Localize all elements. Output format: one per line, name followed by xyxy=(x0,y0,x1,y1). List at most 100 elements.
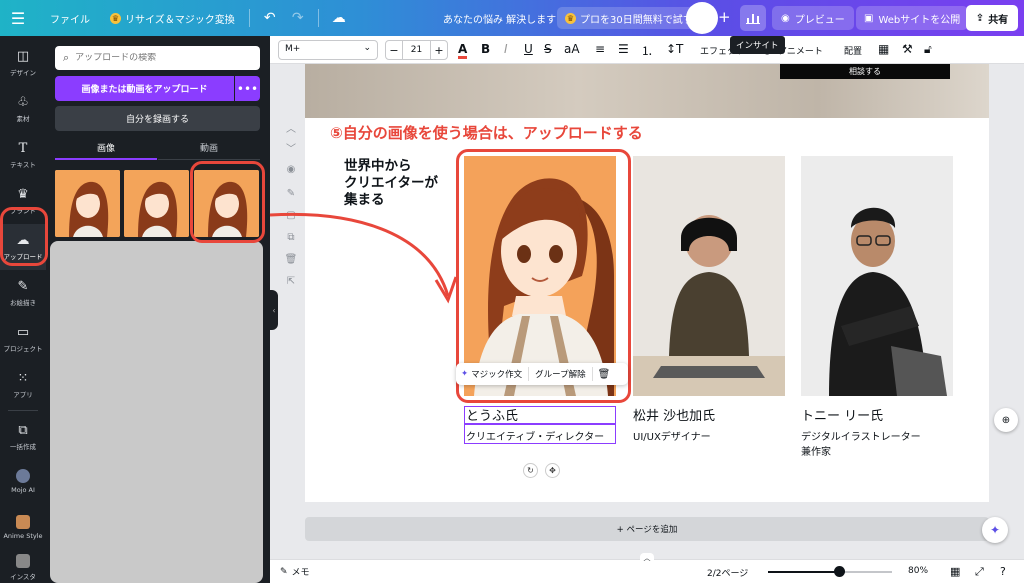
creator-name-1[interactable]: とうふ氏 xyxy=(466,405,518,424)
share-out-icon[interactable]: ⇱ xyxy=(284,276,298,290)
help-icon[interactable]: ? xyxy=(1000,565,1006,578)
rail-item-insta[interactable]: インスタ xyxy=(0,544,46,583)
rail-label: テキスト xyxy=(10,160,36,169)
position-button[interactable]: 配置 xyxy=(844,44,862,57)
anime-style-icon xyxy=(16,514,30,529)
resize-magic-button[interactable]: ♛ リサイズ＆マジック変換 xyxy=(102,0,243,36)
italic-icon[interactable]: I xyxy=(504,42,508,56)
avatar[interactable] xyxy=(686,2,718,34)
share-label: 共有 xyxy=(988,14,1009,26)
rail-item-text[interactable]: T テキスト xyxy=(0,132,46,178)
rail-item-upload[interactable]: ☁ アップロード xyxy=(0,224,46,270)
bold-icon[interactable]: B xyxy=(481,42,490,56)
tagline-text[interactable]: 世界中から クリエイターが 集まる xyxy=(344,158,464,209)
uploaded-image-thumb[interactable] xyxy=(55,170,120,237)
font-family-select[interactable]: M+ ⌄ xyxy=(278,40,378,60)
search-box[interactable]: ⌕ xyxy=(55,46,260,70)
redo-icon[interactable]: ↷ xyxy=(284,0,312,36)
align-left-icon[interactable]: ≡ xyxy=(595,42,605,56)
consult-button[interactable]: 相談する xyxy=(780,64,950,79)
notes-button[interactable]: ✎ メモ xyxy=(280,565,310,579)
search-input[interactable] xyxy=(75,53,246,63)
fullscreen-icon[interactable]: ⤢ xyxy=(975,565,984,579)
chevron-down-icon[interactable]: ﹀ xyxy=(284,140,298,155)
chevron-up-icon[interactable]: ︿ xyxy=(640,553,654,563)
comment-icon[interactable]: ✎ xyxy=(284,188,298,202)
rail-item-mojo-ai[interactable]: Mojo AI xyxy=(0,458,46,504)
trash-icon[interactable]: 🗑︎ xyxy=(284,254,298,268)
creator-role-1[interactable]: クリエイティブ・ディレクター xyxy=(466,430,604,445)
add-page-button[interactable]: + ページを追加 xyxy=(305,517,989,541)
upload-media-button[interactable]: 画像または動画をアップロード xyxy=(55,76,234,101)
creator-name-3[interactable]: トニー リー氏 xyxy=(801,405,883,424)
cloud-sync-icon[interactable]: ☁ xyxy=(325,0,353,36)
letter-case-icon[interactable]: aA xyxy=(564,42,580,56)
eye-icon: ◉ xyxy=(781,12,790,24)
collapse-panel-handle[interactable]: ‹ xyxy=(270,290,278,330)
page-indicator[interactable]: 2/2ページ xyxy=(707,566,748,579)
lock-icon[interactable]: 🔓︎ xyxy=(924,42,932,57)
creator-photo-1[interactable] xyxy=(464,156,616,396)
transparency-icon[interactable]: ▦ xyxy=(878,42,889,56)
text-color-icon[interactable]: A xyxy=(458,42,468,59)
uploaded-image-thumb[interactable] xyxy=(194,170,259,237)
record-yourself-button[interactable]: 自分を録画する xyxy=(55,106,260,131)
rail-label: 一括作成 xyxy=(10,442,36,451)
rail-label: デザイン xyxy=(10,68,36,77)
pro-trial-button[interactable]: ♛ プロを30日間無料で試す xyxy=(557,7,701,29)
rail-item-apps[interactable]: ⁙ アプリ xyxy=(0,362,46,408)
preview-button[interactable]: ◉ プレビュー xyxy=(772,6,854,30)
uploaded-image-thumb[interactable] xyxy=(124,170,189,237)
ungroup-button[interactable]: グループ解除 xyxy=(529,367,593,381)
rotate-icon[interactable]: ↻ xyxy=(523,463,538,478)
rail-item-design[interactable]: ◫ デザイン xyxy=(0,40,46,86)
magic-sparkle-icon[interactable]: ✦ xyxy=(982,517,1008,543)
font-size-increase[interactable]: + xyxy=(430,40,448,60)
menu-icon[interactable]: ☰ xyxy=(0,0,36,36)
paint-roller-icon[interactable]: ⚒ xyxy=(902,42,913,56)
creator-role-3[interactable]: デジタルイラストレーター 兼作家 xyxy=(801,430,921,460)
creator-name-2[interactable]: 松井 沙也加氏 xyxy=(633,405,715,424)
animate-button[interactable]: アニメート xyxy=(778,44,823,57)
zoom-slider[interactable] xyxy=(768,566,892,577)
rail-item-bulk-create[interactable]: ⧉ 一括作成 xyxy=(0,414,46,460)
text-box-icon[interactable]: ▢ xyxy=(284,210,298,224)
insight-button[interactable] xyxy=(740,5,766,31)
creator-photo-2[interactable] xyxy=(633,156,785,396)
preview-label: プレビュー xyxy=(794,14,845,26)
list-icon[interactable]: ☰ xyxy=(618,42,629,56)
more-options-button[interactable]: ••• xyxy=(235,76,260,101)
ordered-list-icon[interactable]: ⒈ xyxy=(641,42,653,59)
tab-images[interactable]: 画像 xyxy=(55,136,157,160)
brand-icon: ♛ xyxy=(17,186,29,202)
font-size-input[interactable]: 21 xyxy=(403,40,430,60)
undo-icon[interactable]: ↶ xyxy=(256,0,284,36)
magic-write-button[interactable]: ✦ マジック作文 xyxy=(456,367,530,381)
chevron-up-icon[interactable]: ︿ xyxy=(284,120,298,135)
font-size-decrease[interactable]: − xyxy=(385,40,403,60)
add-collaborator-icon[interactable]: + xyxy=(718,8,731,26)
annotation-title[interactable]: ⑤自分の画像を使う場合は、アップロードする xyxy=(330,122,643,143)
duplicate-icon[interactable]: ⧉ xyxy=(284,232,298,246)
rail-item-projects[interactable]: ▭ プロジェクト xyxy=(0,316,46,362)
document-title[interactable]: あなたの悩み 解決します xyxy=(443,11,556,26)
share-button[interactable]: ⇪ 共有 xyxy=(966,5,1018,31)
creator-role-2[interactable]: UI/UXデザイナー xyxy=(633,430,711,445)
file-menu[interactable]: ファイル xyxy=(36,0,102,36)
rail-item-elements[interactable]: ♧ 素材 xyxy=(0,86,46,132)
underline-icon[interactable]: U xyxy=(524,42,533,56)
grid-view-icon[interactable]: ▦ xyxy=(950,565,960,578)
spacing-icon[interactable]: ↕T xyxy=(666,42,683,56)
creator-photo-3[interactable] xyxy=(801,156,953,396)
rail-item-brand[interactable]: ♛ ブランド xyxy=(0,178,46,224)
comment-add-icon[interactable]: ⊕ xyxy=(994,408,1018,432)
eye-icon[interactable]: ◉ xyxy=(284,164,298,178)
zoom-handle[interactable] xyxy=(834,566,845,577)
tab-videos[interactable]: 動画 xyxy=(158,136,260,160)
strikethrough-icon[interactable]: S xyxy=(544,42,552,56)
zoom-percent[interactable]: 80% xyxy=(908,566,928,576)
publish-website-button[interactable]: ▣ Webサイトを公開 xyxy=(856,6,969,30)
rail-item-draw[interactable]: ✎ お絵描き xyxy=(0,270,46,316)
move-icon[interactable]: ✥ xyxy=(545,463,560,478)
trash-icon[interactable]: 🗑︎ xyxy=(593,369,616,380)
